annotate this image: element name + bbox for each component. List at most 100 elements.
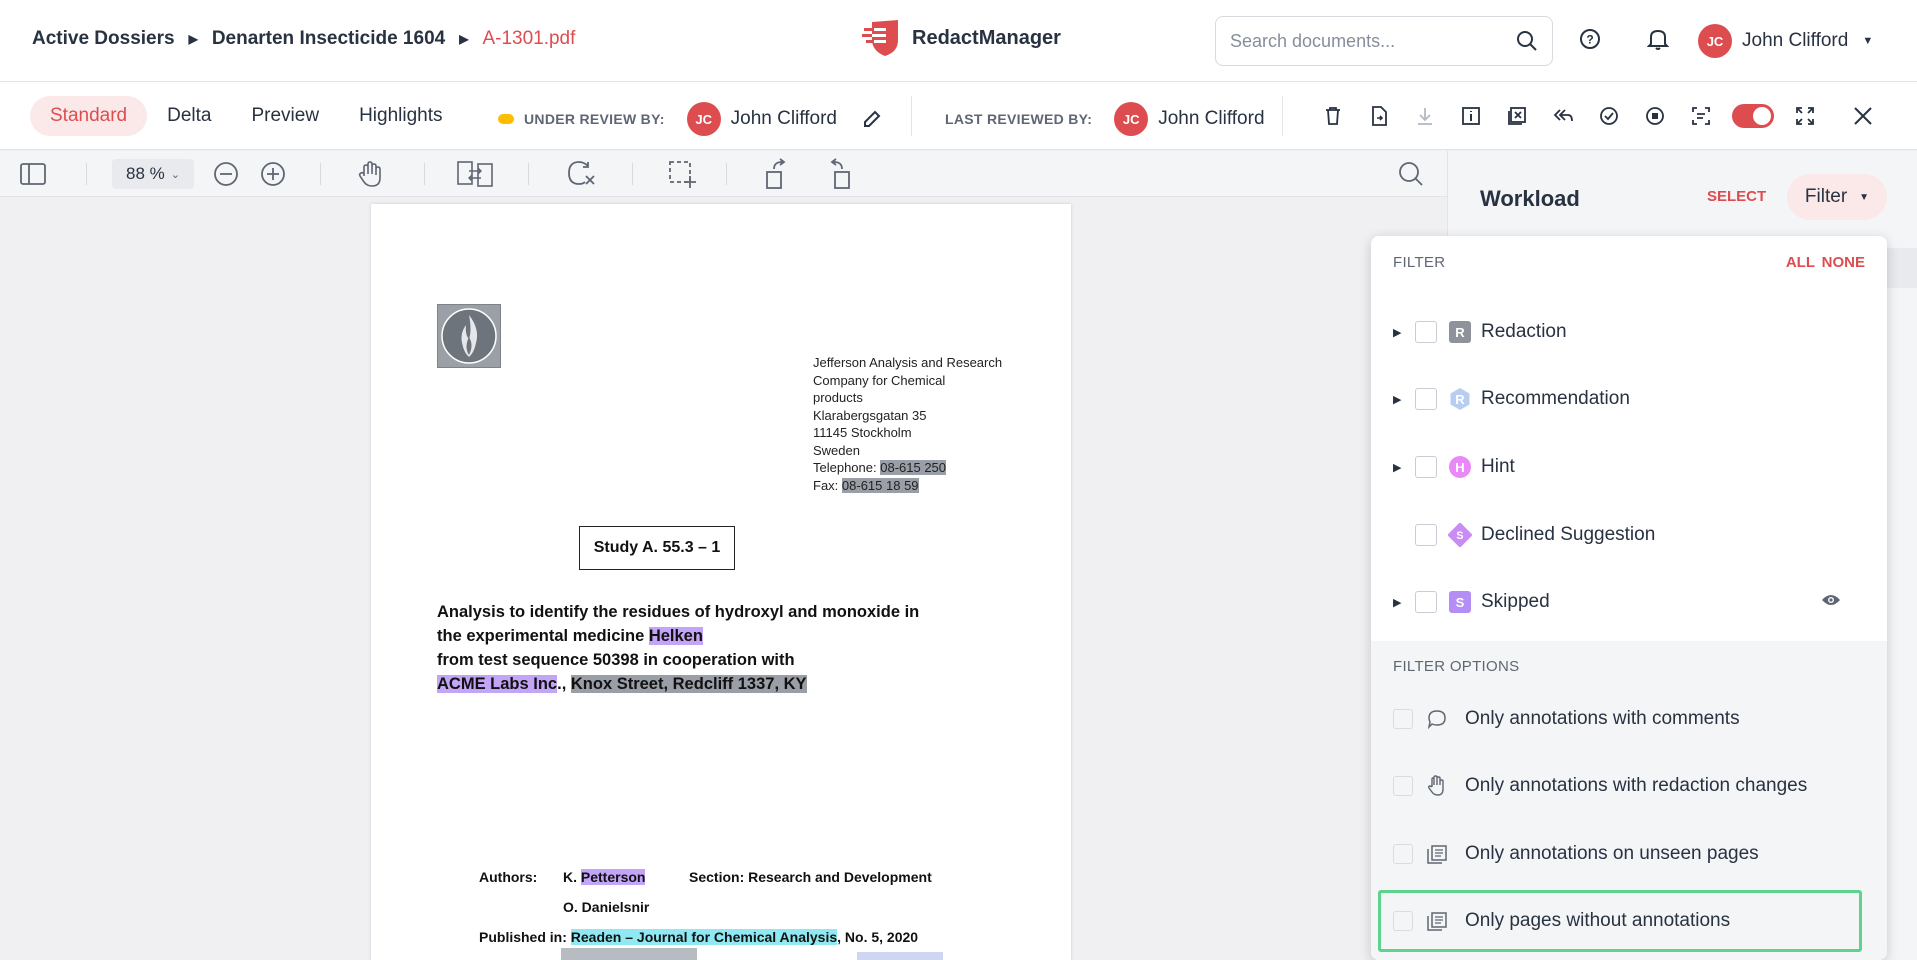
exclude-pages-icon[interactable]	[1494, 98, 1540, 134]
divider	[911, 96, 912, 136]
download-icon[interactable]	[1402, 98, 1448, 134]
toggle-switch[interactable]	[1732, 104, 1774, 128]
checkbox[interactable]	[1415, 524, 1437, 546]
edit-pencil-icon[interactable]	[861, 108, 883, 130]
authors-line: O. Danielsnir	[479, 892, 999, 922]
heading-text: .,	[557, 675, 567, 693]
option-unseen-pages[interactable]: Only annotations on unseen pages	[1393, 836, 1863, 872]
expand-arrow-icon[interactable]: ▶	[1393, 461, 1415, 474]
checkbox[interactable]	[1415, 388, 1437, 410]
study-box: Study A. 55.3 – 1	[579, 526, 735, 570]
eye-icon[interactable]	[1821, 591, 1841, 613]
published-line: Published in: Readen – Journal for Chemi…	[479, 922, 999, 952]
recommendation-type-icon: R	[1450, 388, 1470, 410]
divider	[1282, 96, 1283, 136]
address-line: Jefferson Analysis and Research	[813, 355, 1003, 370]
redaction-annotation[interactable]: 08-615 250	[880, 460, 947, 475]
option-redaction-changes[interactable]: Only annotations with redaction changes	[1393, 768, 1863, 804]
filter-item-hint[interactable]: ▶ H Hint	[1393, 449, 1863, 485]
tab-standard[interactable]: Standard	[30, 96, 148, 136]
option-pages-without-annotations[interactable]: Only pages without annotations	[1393, 903, 1863, 939]
badge-letter: S	[1456, 528, 1464, 542]
delete-icon[interactable]	[1310, 98, 1356, 134]
area-select-icon[interactable]	[668, 159, 696, 189]
skipped-annotation[interactable]: Petterson	[580, 869, 646, 885]
stop-icon[interactable]	[1632, 98, 1678, 134]
last-reviewer-name: John Clifford	[1158, 108, 1265, 129]
checkbox[interactable]	[1393, 911, 1413, 931]
checkbox[interactable]	[1393, 844, 1413, 864]
search-input[interactable]	[1230, 30, 1516, 52]
pan-hand-icon[interactable]	[356, 159, 384, 189]
zoom-value: 88 %	[126, 164, 165, 183]
avatar: JC	[686, 102, 721, 136]
help-icon[interactable]: ?	[1578, 27, 1602, 51]
notifications-bell-icon[interactable]	[1647, 27, 1669, 51]
breadcrumb: Active Dossiers ▶ Denarten Insecticide 1…	[32, 28, 575, 50]
info-icon[interactable]	[1448, 98, 1494, 134]
option-label: Only annotations with comments	[1465, 708, 1740, 729]
skipped-annotation[interactable]: Helken	[648, 627, 703, 645]
approve-check-icon[interactable]	[1586, 98, 1632, 134]
redaction-annotation[interactable]: 08-615 18 59	[841, 477, 919, 493]
checkbox[interactable]	[1415, 591, 1437, 613]
tab-highlights[interactable]: Highlights	[339, 96, 462, 136]
telephone-label: Telephone:	[813, 460, 881, 475]
tab-preview[interactable]: Preview	[231, 96, 339, 136]
undo-all-icon[interactable]	[1540, 98, 1586, 134]
filter-item-skipped[interactable]: ▶ S Skipped	[1393, 584, 1863, 620]
document-page[interactable]: Jefferson Analysis and Research Company …	[371, 204, 1071, 960]
select-button[interactable]: SELECT	[1707, 188, 1766, 205]
assign-file-icon[interactable]	[1356, 98, 1402, 134]
user-menu[interactable]: JC John Clifford ▼	[1698, 24, 1873, 58]
top-header: Active Dossiers ▶ Denarten Insecticide 1…	[0, 0, 1917, 82]
view-tabs: Standard Delta Preview Highlights	[30, 96, 463, 136]
redaction-annotation[interactable]: Knox Street, Redcliff 1337, KY	[570, 675, 807, 693]
breadcrumb-dossiers[interactable]: Active Dossiers	[32, 28, 175, 50]
filter-item-redaction[interactable]: ▶ R Redaction	[1393, 314, 1863, 350]
heading-text: the experimental medicine	[437, 627, 649, 645]
close-icon[interactable]	[1840, 98, 1886, 134]
zoom-in-icon[interactable]	[260, 159, 286, 189]
search-box[interactable]	[1215, 16, 1553, 66]
published-label: Published in:	[479, 929, 571, 945]
filter-options-header: FILTER OPTIONS	[1393, 658, 1520, 675]
rotate-right-icon[interactable]	[826, 158, 852, 189]
author-prefix: K.	[563, 869, 581, 885]
checkbox[interactable]	[1415, 321, 1437, 343]
fullscreen-icon[interactable]	[1782, 98, 1828, 134]
divider	[320, 163, 321, 185]
toggle-sidebar-icon[interactable]	[20, 159, 46, 189]
select-none-button[interactable]: NONE	[1822, 254, 1865, 271]
expand-arrow-icon[interactable]: ▶	[1393, 326, 1415, 339]
redaction-type-icon: R	[1449, 321, 1471, 343]
app-logo[interactable]: RedactManager	[860, 18, 1061, 58]
rotate-left-icon[interactable]	[764, 158, 790, 189]
checkbox[interactable]	[1415, 456, 1437, 478]
hint-annotation[interactable]: Readen – Journal for Chemical Analysis	[570, 929, 838, 945]
redactmanager-logo-icon	[862, 20, 898, 56]
breadcrumb-dossier[interactable]: Denarten Insecticide 1604	[212, 28, 445, 50]
compare-icon[interactable]	[457, 159, 493, 189]
hint-type-icon: H	[1449, 456, 1471, 478]
tab-delta[interactable]: Delta	[147, 96, 231, 136]
rotate-clear-icon[interactable]	[566, 159, 596, 189]
zoom-select[interactable]: 88 % ⌄	[112, 159, 194, 189]
filter-item-recommendation[interactable]: ▶ R Recommendation	[1393, 381, 1863, 417]
search-document-icon[interactable]	[1398, 159, 1424, 189]
search-icon[interactable]	[1516, 30, 1538, 52]
checkbox[interactable]	[1393, 776, 1413, 796]
expand-arrow-icon[interactable]: ▶	[1393, 393, 1415, 406]
ocr-scan-icon[interactable]	[1678, 98, 1724, 134]
option-comments[interactable]: Only annotations with comments	[1393, 701, 1863, 737]
select-all-button[interactable]: ALL	[1786, 254, 1815, 271]
filter-item-declined-suggestion[interactable]: S Declined Suggestion	[1393, 517, 1863, 553]
filter-label: Filter	[1804, 186, 1848, 207]
address-line: Company for Chemical	[813, 372, 946, 388]
expand-arrow-icon[interactable]: ▶	[1393, 596, 1415, 609]
checkbox[interactable]	[1393, 709, 1413, 729]
skipped-annotation[interactable]: ACME Labs Inc	[437, 675, 558, 693]
filter-button[interactable]: Filter ▼	[1787, 174, 1887, 220]
breadcrumb-file[interactable]: A-1301.pdf	[482, 28, 575, 50]
zoom-out-icon[interactable]	[213, 159, 239, 189]
